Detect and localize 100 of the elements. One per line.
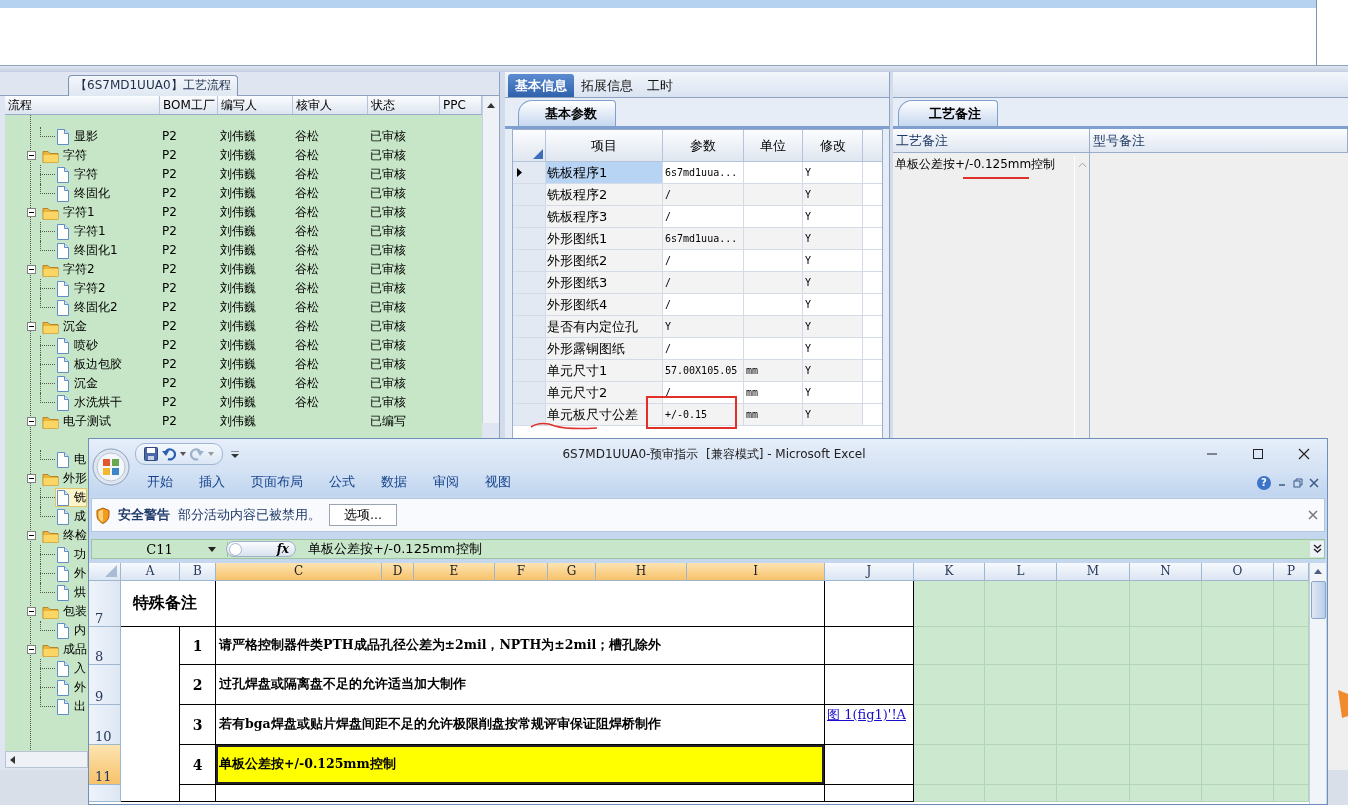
row-header[interactable]: 10: [89, 705, 121, 745]
column-header[interactable]: 参数: [663, 130, 744, 162]
tree-item[interactable]: 沉金: [55, 374, 99, 393]
tree-item[interactable]: 功: [55, 545, 87, 564]
dropdown-caret-icon[interactable]: [208, 546, 216, 552]
column-header[interactable]: 编写人: [218, 96, 293, 114]
tree-item[interactable]: 终固化1: [55, 241, 119, 260]
collapse-icon[interactable]: [27, 151, 36, 160]
column-header[interactable]: A: [121, 563, 180, 581]
table-cell[interactable]: 外形图纸2: [546, 250, 663, 272]
table-cell[interactable]: 外形图纸3: [546, 272, 663, 294]
tree-item[interactable]: 字符1: [41, 203, 96, 222]
tree-item[interactable]: 板边包胶: [55, 355, 123, 374]
table-cell[interactable]: 单板公差按+/-0.125mm控制: [216, 745, 825, 785]
tree-item[interactable]: 喷砂: [55, 336, 99, 355]
table-cell[interactable]: 过孔焊盘或隔离盘不足的允许适当加大制作: [216, 665, 825, 705]
tree-item[interactable]: 出: [55, 697, 87, 716]
column-header[interactable]: B: [180, 563, 216, 581]
table-cell[interactable]: 铣板程序3: [546, 206, 663, 228]
column-header[interactable]: P: [1274, 563, 1309, 581]
expand-button[interactable]: [1310, 541, 1324, 557]
collapse-icon[interactable]: [27, 322, 36, 331]
section-tab[interactable]: 工艺备注: [898, 100, 998, 126]
tree-item[interactable]: 沉金: [41, 317, 88, 336]
ribbon-tab[interactable]: 页面布局: [238, 474, 316, 491]
tree-item[interactable]: 终固化: [55, 184, 111, 203]
ribbon-tab[interactable]: 插入: [186, 474, 238, 491]
collapse-icon[interactable]: [27, 645, 36, 654]
column-header[interactable]: O: [1202, 563, 1274, 581]
tree-item[interactable]: 字符2: [55, 279, 107, 298]
table-cell[interactable]: 是否有内定位孔: [546, 316, 663, 338]
row-selector[interactable]: [513, 162, 546, 184]
save-icon[interactable]: [144, 447, 158, 461]
tree-item[interactable]: 外: [55, 678, 87, 697]
collapse-icon[interactable]: [27, 607, 36, 616]
tree-item[interactable]: 成品: [41, 640, 88, 659]
column-header[interactable]: I: [687, 563, 825, 581]
table-cell[interactable]: 单元板尺寸公差: [546, 404, 663, 426]
close-icon[interactable]: [1309, 477, 1319, 488]
section-tab[interactable]: 基本参数: [518, 100, 616, 126]
table-cell[interactable]: 铣板程序1: [546, 162, 663, 184]
customize-caret-icon[interactable]: [231, 450, 239, 458]
column-header[interactable]: M: [1057, 563, 1130, 581]
horizontal-scrollbar[interactable]: [5, 751, 88, 768]
undo-icon[interactable]: [162, 447, 176, 461]
column-header[interactable]: J: [825, 563, 914, 581]
tab[interactable]: 基本信息: [508, 74, 574, 97]
column-header[interactable]: 核审人: [293, 96, 368, 114]
collapse-icon[interactable]: [27, 531, 36, 540]
cell-link[interactable]: 图 1(fig1)'!A: [827, 707, 906, 722]
tab[interactable]: 拓展信息: [574, 74, 640, 97]
scroll-left-icon[interactable]: [9, 754, 17, 765]
tree-item[interactable]: 字符: [41, 146, 88, 165]
column-header[interactable]: L: [985, 563, 1057, 581]
ribbon-tab[interactable]: 视图: [472, 474, 524, 491]
restore-icon[interactable]: [1293, 477, 1303, 488]
tree-item[interactable]: 包装: [41, 602, 88, 621]
formula-field[interactable]: 单板公差按+/-0.125mm控制: [296, 540, 1310, 558]
ribbon-tab[interactable]: 公式: [316, 474, 368, 491]
row-header[interactable]: [89, 785, 121, 802]
column-header[interactable]: 状态: [368, 96, 440, 114]
column-header[interactable]: 单位: [744, 130, 803, 162]
column-header[interactable]: K: [914, 563, 985, 581]
collapse-icon[interactable]: [27, 474, 36, 483]
collapse-icon[interactable]: [27, 208, 36, 217]
column-header[interactable]: F: [495, 563, 548, 581]
ribbon-tab[interactable]: 审阅: [420, 474, 472, 491]
collapse-icon[interactable]: [27, 265, 36, 274]
scroll-up-icon[interactable]: [1313, 567, 1323, 575]
tree-item[interactable]: 成: [55, 507, 87, 526]
tree-item[interactable]: 字符2: [41, 260, 96, 279]
row-header[interactable]: 9: [89, 665, 121, 705]
tree-item[interactable]: 内: [55, 621, 87, 640]
column-header[interactable]: BOM工厂: [160, 96, 218, 114]
row-header[interactable]: 11: [89, 745, 121, 785]
select-all-corner[interactable]: [89, 563, 121, 581]
vertical-scrollbar[interactable]: [1309, 563, 1326, 804]
tree-item[interactable]: 水洗烘干: [55, 393, 123, 412]
ribbon-tab[interactable]: 数据: [368, 474, 420, 491]
column-header[interactable]: D: [382, 563, 414, 581]
close-button[interactable]: [1308, 510, 1318, 520]
tree-item[interactable]: 铣: [55, 488, 87, 507]
tree-item[interactable]: 字符: [55, 165, 99, 184]
tree-item[interactable]: 字符1: [55, 222, 107, 241]
tree-item[interactable]: 显影: [55, 127, 99, 146]
row-header[interactable]: 7: [89, 581, 121, 627]
tree-item[interactable]: 电子测试: [41, 412, 112, 431]
tab[interactable]: 工时: [640, 74, 680, 97]
caret-icon[interactable]: [180, 452, 186, 456]
tree-item[interactable]: 电: [55, 450, 87, 469]
column-header[interactable]: C: [216, 563, 382, 581]
options-button[interactable]: 选项...: [329, 504, 397, 526]
column-header[interactable]: 流程: [5, 96, 160, 114]
table-cell[interactable]: 单元尺寸1: [546, 360, 663, 382]
column-header[interactable]: 修改: [803, 130, 863, 162]
tree-item[interactable]: 烘: [55, 583, 87, 602]
table-cell[interactable]: 铣板程序2: [546, 184, 663, 206]
table-cell[interactable]: 若有bga焊盘或贴片焊盘间距不足的允许极限削盘按常规评审保证阻焊桥制作: [216, 705, 825, 745]
table-cell[interactable]: 外形图纸4: [546, 294, 663, 316]
collapse-icon[interactable]: [27, 417, 36, 426]
